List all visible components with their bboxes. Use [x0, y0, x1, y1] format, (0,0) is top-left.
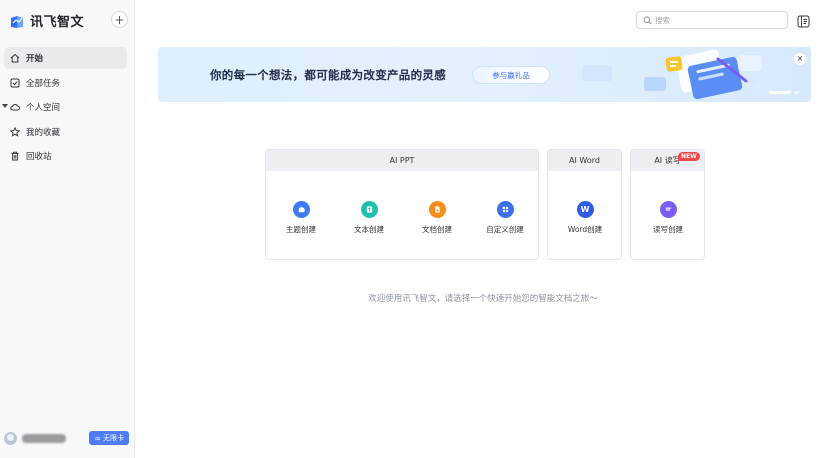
- home-icon: [10, 53, 20, 63]
- sidebar-item-all-tasks[interactable]: 全部任务: [4, 72, 127, 94]
- star-icon: [10, 126, 20, 137]
- sidebar-nav: 开始 全部任务 个人空间 我的收藏 回收站: [2, 47, 127, 170]
- grid-icon: [496, 201, 514, 218]
- user-name-redacted[interactable]: [22, 433, 66, 443]
- text-doc-icon: [360, 201, 378, 218]
- write-create-button[interactable]: 读写创建: [638, 201, 698, 235]
- carousel-dot-active[interactable]: [769, 91, 791, 94]
- card-title-wrap: AI 读写 NEW: [631, 150, 704, 171]
- custom-create-button[interactable]: 自定义创建: [475, 201, 535, 235]
- cloud-icon: [10, 103, 20, 111]
- app-name: 讯飞智文: [30, 15, 85, 30]
- sidebar-item-label: 我的收藏: [26, 127, 61, 138]
- brand[interactable]: 讯飞智文: [10, 11, 84, 30]
- vip-badge-label: 无限卡: [103, 434, 124, 442]
- document-create-button[interactable]: 文档创建: [407, 201, 467, 235]
- sidebar-item-personal-space[interactable]: 个人空间: [2, 96, 127, 118]
- app-logo-icon: [10, 14, 24, 28]
- banner-close-icon[interactable]: ×: [794, 53, 806, 65]
- search-box[interactable]: [636, 11, 788, 29]
- card-title: AI PPT: [266, 150, 538, 171]
- avatar[interactable]: [4, 431, 17, 445]
- caret-down-icon[interactable]: [2, 104, 8, 108]
- welcome-message: 欢迎使用讯飞智文，请选择一个快速开始您的智能文档之旅～: [368, 294, 598, 304]
- infinity-icon: ∞: [94, 433, 101, 443]
- add-button[interactable]: +: [111, 11, 128, 28]
- ai-word-card: AI Word W Word创建: [547, 149, 622, 260]
- word-icon: W: [576, 201, 594, 218]
- panel-layout-icon[interactable]: [797, 13, 810, 28]
- sidebar-item-trash[interactable]: 回收站: [4, 145, 127, 167]
- card-title: AI Word: [548, 150, 621, 171]
- sidebar: 讯飞智文 + 开始 全部任务 个人空间 我的收藏 回收站 ∞ 无限卡: [0, 0, 135, 458]
- card-title: AI 读写: [654, 156, 681, 165]
- banner-carousel-dots[interactable]: [769, 91, 802, 94]
- sidebar-item-label: 开始: [26, 54, 44, 64]
- search-icon: [643, 16, 652, 25]
- sidebar-item-favorites[interactable]: 我的收藏: [4, 121, 127, 143]
- text-create-button[interactable]: 文本创建: [339, 201, 399, 235]
- user-bar: ∞ 无限卡: [4, 430, 129, 446]
- theme-create-button[interactable]: 主题创建: [271, 201, 331, 235]
- tool-label: 文档创建: [422, 225, 452, 234]
- tool-label: 读写创建: [653, 225, 683, 234]
- task-check-icon: [10, 78, 20, 87]
- vip-badge[interactable]: ∞ 无限卡: [89, 431, 129, 445]
- tool-label: 自定义创建: [486, 225, 524, 234]
- banner-participate-button[interactable]: 参与赢礼品: [472, 66, 550, 84]
- trash-icon: [11, 151, 19, 161]
- ai-ppt-card: AI PPT 主题创建 文本创建 文档创建 自定义创建: [265, 149, 539, 260]
- ai-write-card: AI 读写 NEW 读写创建: [630, 149, 705, 260]
- new-badge: NEW: [678, 152, 700, 162]
- sidebar-item-label: 回收站: [26, 152, 52, 162]
- sidebar-item-label: 全部任务: [26, 78, 61, 89]
- banner-title: 你的每一个想法，都可能成为改变产品的灵感: [210, 68, 446, 82]
- sidebar-item-start[interactable]: 开始: [4, 47, 127, 69]
- sidebar-item-label: 个人空间: [26, 103, 61, 113]
- promo-banner[interactable]: 你的每一个想法，都可能成为改变产品的灵感 参与赢礼品 ×: [158, 47, 811, 102]
- tool-label: 文本创建: [354, 225, 384, 234]
- tool-label: Word创建: [567, 225, 603, 234]
- write-icon: [659, 201, 677, 218]
- puzzle-icon: [292, 201, 310, 218]
- word-create-button[interactable]: W Word创建: [555, 201, 615, 235]
- file-icon: [428, 201, 446, 218]
- search-input[interactable]: [655, 15, 775, 25]
- tool-label: 主题创建: [286, 225, 316, 234]
- carousel-dot[interactable]: [794, 91, 799, 94]
